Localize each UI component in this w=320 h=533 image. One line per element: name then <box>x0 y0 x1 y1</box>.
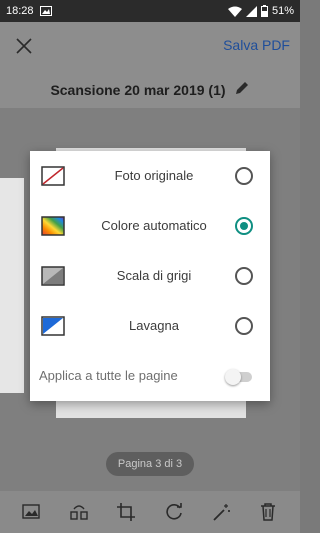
apply-all-pages-label: Applica a tutte le pagine <box>39 368 178 383</box>
save-pdf-button[interactable]: Salva PDF <box>223 37 290 53</box>
battery-level: 51% <box>271 5 294 17</box>
add-image-icon[interactable] <box>20 500 44 524</box>
status-time: 18:28 <box>6 5 34 17</box>
original-photo-icon <box>41 166 65 186</box>
status-bar: 18:28 51% <box>0 0 300 22</box>
apply-all-pages-toggle[interactable] <box>225 369 252 385</box>
previous-page-thumbnail[interactable] <box>0 178 24 393</box>
crop-icon[interactable] <box>114 500 138 524</box>
option-label: Colore automatico <box>101 218 207 233</box>
radio-button[interactable] <box>235 267 253 285</box>
option-original-photo[interactable]: Foto originale <box>30 151 270 201</box>
signal-icon <box>245 5 257 17</box>
option-auto-color[interactable]: Colore automatico <box>30 201 270 251</box>
gallery-notification-icon <box>39 6 52 16</box>
trash-icon[interactable] <box>256 500 280 524</box>
auto-color-icon <box>41 216 65 236</box>
close-icon[interactable] <box>12 34 36 58</box>
radio-button-selected[interactable] <box>235 217 253 235</box>
pencil-icon[interactable] <box>234 80 250 101</box>
toggle-thumb <box>225 369 241 385</box>
radio-button[interactable] <box>235 167 253 185</box>
option-label: Lavagna <box>129 318 179 333</box>
option-label: Foto originale <box>114 168 194 183</box>
page-indicator: Pagina 3 di 3 <box>106 452 194 476</box>
option-label: Scala di grigi <box>116 268 192 283</box>
color-mode-dialog: Foto originale Colore automatico Scala d… <box>30 151 270 401</box>
grayscale-icon <box>41 266 65 286</box>
option-grayscale[interactable]: Scala di grigi <box>30 251 270 301</box>
whiteboard-icon <box>41 316 65 336</box>
app-bar: Salva PDF <box>0 22 300 72</box>
rotate-icon[interactable] <box>162 500 186 524</box>
wifi-icon <box>227 6 242 17</box>
document-title[interactable]: Scansione 20 mar 2019 (1) <box>50 82 225 98</box>
option-whiteboard[interactable]: Lavagna <box>30 301 270 351</box>
bottom-toolbar <box>0 491 300 533</box>
battery-icon <box>260 5 268 17</box>
radio-button[interactable] <box>235 317 253 335</box>
document-title-bar: Scansione 20 mar 2019 (1) <box>0 72 300 108</box>
apply-all-pages-row: Applica a tutte le pagine <box>30 351 270 401</box>
magic-wand-icon[interactable] <box>209 500 233 524</box>
reorder-pages-icon[interactable] <box>67 500 91 524</box>
